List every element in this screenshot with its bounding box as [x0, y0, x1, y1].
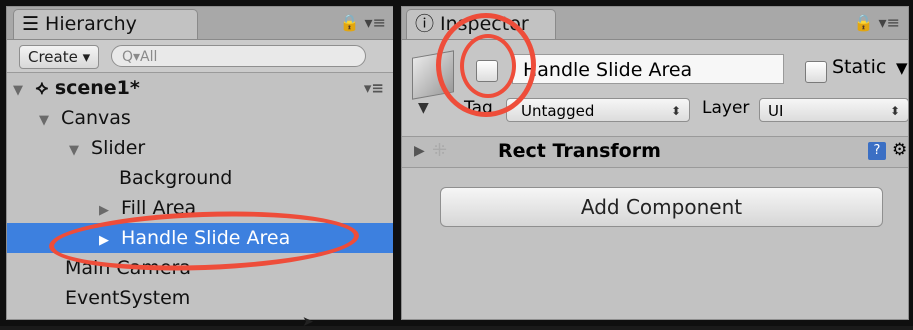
create-button[interactable]: Create ▾: [19, 45, 100, 69]
hierarchy-tab-tools[interactable]: 🔒 ▾≡: [340, 13, 386, 32]
static-checkbox[interactable]: [805, 61, 827, 83]
hierarchy-tab-label: Hierarchy: [45, 13, 137, 35]
scene-menu-icon[interactable]: ▾≡: [364, 73, 384, 103]
list-icon: ☰: [22, 13, 40, 35]
panel-divider[interactable]: [393, 0, 401, 326]
unity-icon: ⟡: [35, 77, 49, 99]
hierarchy-toolbar: Create ▾ Q▾All: [7, 40, 394, 73]
hierarchy-panel: ☰ Hierarchy 🔒 ▾≡ Create ▾ Q▾All ▼ ⟡ scene…: [6, 6, 395, 320]
collapsed-triangle-icon[interactable]: ▶: [414, 143, 425, 159]
hierarchy-search-input[interactable]: Q▾All: [111, 45, 366, 67]
select-arrow-icon: ⬍: [670, 104, 681, 118]
tree-row-label: Canvas: [61, 107, 131, 129]
component-title: Rect Transform: [498, 140, 661, 162]
tree-row-slider[interactable]: ▼ Slider: [7, 133, 394, 163]
select-arrow-icon: ⬍: [889, 104, 900, 118]
hierarchy-tab[interactable]: ☰ Hierarchy: [13, 9, 198, 39]
rect-transform-component-header[interactable]: ▶ ⁜ Rect Transform ? ⚙: [402, 137, 908, 168]
layer-label: Layer: [702, 98, 750, 118]
add-component-button[interactable]: Add Component: [440, 187, 883, 227]
tree-row-label: Background: [119, 167, 233, 189]
tree-row-background[interactable]: Background: [7, 163, 394, 193]
annotation-circle-checkbox-inner: [460, 34, 516, 98]
editor-screenshot: ☰ Hierarchy 🔒 ▾≡ Create ▾ Q▾All ▼ ⟡ scene…: [0, 0, 913, 330]
mouse-cursor-icon: ➤: [302, 314, 314, 330]
inspector-tab-tools[interactable]: 🔒 ▾≡: [854, 13, 900, 32]
tree-row-label: EventSystem: [65, 287, 191, 309]
tree-row-scene1[interactable]: ▼ ⟡ scene1* ▾≡: [7, 73, 394, 103]
static-dropdown-icon[interactable]: ▼: [896, 59, 908, 77]
object-name-field[interactable]: Handle Slide Area: [512, 54, 784, 84]
layer-value: UI: [768, 102, 784, 120]
tree-row-canvas[interactable]: ▼ Canvas: [7, 103, 394, 133]
static-label: Static: [832, 56, 887, 78]
tree-row-eventsystem[interactable]: EventSystem: [7, 283, 394, 313]
fold-arrow-icon[interactable]: ▼: [418, 100, 429, 116]
expand-triangle-icon[interactable]: ▼: [69, 136, 85, 166]
expand-triangle-icon[interactable]: ▼: [39, 106, 55, 136]
gear-icon[interactable]: ⚙: [892, 140, 907, 160]
tag-value: Untagged: [521, 102, 595, 120]
help-icon[interactable]: ?: [868, 142, 886, 160]
info-icon: ⓘ: [415, 13, 435, 35]
tag-dropdown[interactable]: Untagged ⬍: [506, 98, 690, 122]
tree-row-label: Slider: [91, 137, 146, 159]
rect-transform-icon: ⁜: [432, 140, 448, 161]
layer-dropdown[interactable]: UI ⬍: [759, 98, 909, 122]
hierarchy-tabbar: ☰ Hierarchy 🔒 ▾≡: [7, 7, 394, 40]
expand-triangle-icon[interactable]: ▼: [13, 76, 29, 106]
tree-row-label: scene1*: [54, 77, 140, 99]
